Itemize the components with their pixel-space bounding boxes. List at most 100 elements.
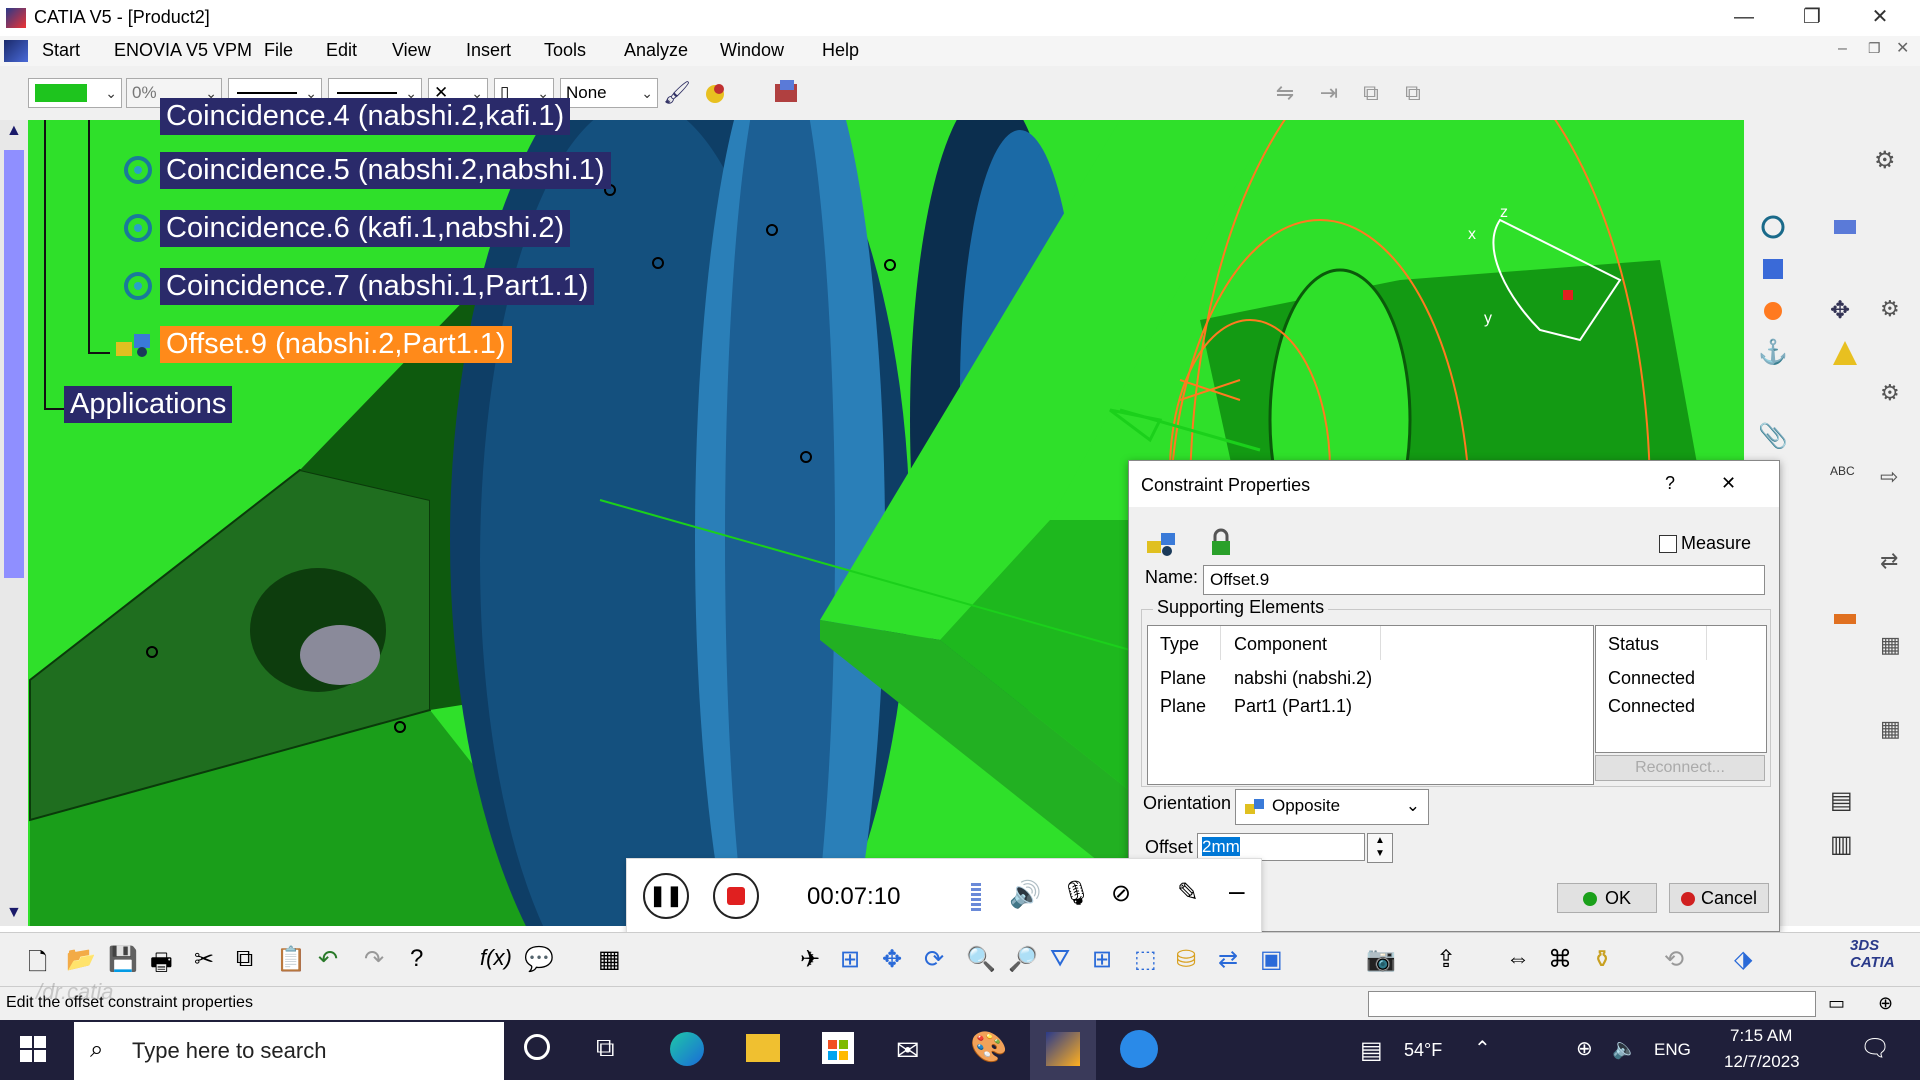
- print-icon[interactable]: 🖶: [150, 945, 173, 986]
- weather-temp[interactable]: 54°F: [1404, 1040, 1442, 1061]
- menu-view[interactable]: View: [392, 40, 431, 61]
- stop-button[interactable]: [713, 873, 759, 919]
- bom-icon[interactable]: ▤: [1830, 786, 1860, 816]
- copy-icon[interactable]: ⧉: [236, 945, 253, 973]
- tool-icon[interactable]: ⇨: [1880, 464, 1910, 494]
- pan-icon[interactable]: ✥: [882, 945, 902, 974]
- zoom-in-icon[interactable]: 🔍: [966, 945, 996, 974]
- undo-icon[interactable]: ↶: [318, 945, 338, 974]
- tool-icon[interactable]: ⚙: [1880, 296, 1910, 326]
- help-button[interactable]: ?: [1665, 473, 1675, 494]
- menu-edit[interactable]: Edit: [326, 40, 357, 61]
- volume-icon[interactable]: 🔈: [1612, 1036, 1637, 1061]
- menu-tools[interactable]: Tools: [544, 40, 586, 61]
- text-annotation-icon[interactable]: ABC: [1830, 464, 1860, 494]
- cortana-icon[interactable]: [524, 1034, 550, 1060]
- whats-this-icon[interactable]: ?: [410, 945, 423, 973]
- snap-icon[interactable]: [1830, 338, 1860, 368]
- menu-enovia[interactable]: ENOVIA V5 VPM: [114, 40, 252, 61]
- offset-stepper[interactable]: ▲ ▼: [1367, 833, 1393, 863]
- minimize-recorder-icon[interactable]: –: [1229, 875, 1245, 907]
- attach-icon[interactable]: 📎: [1758, 422, 1788, 452]
- ok-button[interactable]: OK: [1557, 883, 1657, 913]
- close-button[interactable]: ✕: [1852, 0, 1908, 36]
- catalog-icon[interactable]: ▥: [1830, 830, 1860, 860]
- network-icon[interactable]: ⊕: [1576, 1036, 1593, 1061]
- swap-visible-space-icon[interactable]: ▣: [1260, 945, 1283, 974]
- chevron-up-icon[interactable]: ⌃: [1474, 1036, 1491, 1061]
- table-row[interactable]: Plane Part1 (Part1.1): [1148, 692, 1593, 720]
- assembly-tool-icon[interactable]: [1830, 212, 1860, 242]
- table-icon[interactable]: ▦: [598, 945, 621, 974]
- name-field[interactable]: Offset.9: [1203, 565, 1765, 595]
- measure-icon[interactable]: [1830, 604, 1860, 634]
- tree-item-coincidence-7[interactable]: Coincidence.7 (nabshi.1,Part1.1): [160, 268, 595, 305]
- rotate-icon[interactable]: ⟳: [924, 945, 944, 974]
- tool-icon[interactable]: ⬗: [1734, 945, 1752, 974]
- task-view-icon[interactable]: ⧉: [596, 1032, 615, 1064]
- open-icon[interactable]: 📂: [66, 945, 96, 974]
- zoom-app-icon[interactable]: [1120, 1030, 1158, 1068]
- tool-icon[interactable]: ▦: [1880, 716, 1910, 746]
- restore-button[interactable]: ❐: [1784, 0, 1840, 36]
- tool-icon[interactable]: ⇔: [1506, 945, 1530, 973]
- orientation-select[interactable]: Opposite ⌄: [1235, 789, 1429, 825]
- scroll-down-icon[interactable]: ▼: [6, 904, 22, 922]
- doc-close-button[interactable]: ✕: [1896, 38, 1909, 58]
- fly-mode-icon[interactable]: ✈: [800, 945, 820, 974]
- dialog-close-button[interactable]: ✕: [1721, 473, 1736, 494]
- command-input[interactable]: [1368, 991, 1816, 1017]
- tool-icon[interactable]: ⊕: [1878, 993, 1893, 1014]
- capture-icon[interactable]: 📷: [1366, 945, 1396, 974]
- clock-date[interactable]: 12/7/2023: [1724, 1052, 1800, 1072]
- shading-icon[interactable]: ⛁: [1176, 945, 1196, 974]
- catia-menu-icon[interactable]: [4, 40, 28, 62]
- save-icon[interactable]: 💾: [108, 945, 138, 974]
- menu-start[interactable]: Start: [42, 40, 80, 61]
- tool-icon[interactable]: ⇄: [1880, 548, 1910, 578]
- stepper-down-icon[interactable]: ▼: [1368, 847, 1392, 860]
- tool-icon[interactable]: ▦: [1880, 632, 1910, 662]
- format-painter-icon[interactable]: 🖌: [662, 78, 692, 108]
- cut-icon[interactable]: ✂: [194, 945, 214, 974]
- anchor-icon[interactable]: ⚓: [1758, 338, 1788, 368]
- file-explorer-icon[interactable]: [746, 1034, 780, 1062]
- speaker-icon[interactable]: 🔊: [1009, 879, 1041, 910]
- store-icon[interactable]: [822, 1032, 854, 1064]
- update-icon[interactable]: [1758, 296, 1788, 326]
- weather-icon[interactable]: ▤: [1360, 1036, 1383, 1065]
- normal-view-icon[interactable]: ⛛: [1050, 945, 1070, 973]
- manipulate-icon[interactable]: ✥: [1830, 296, 1860, 326]
- fit-all-icon[interactable]: ⊞: [840, 945, 860, 974]
- formula-icon[interactable]: f(x): [480, 945, 512, 971]
- windows-start-icon[interactable]: [20, 1036, 46, 1062]
- constraint-tool-icon[interactable]: [1758, 212, 1788, 242]
- tool-icon[interactable]: ⚙: [1880, 380, 1910, 410]
- tree-item-applications[interactable]: Applications: [64, 386, 233, 423]
- microphone-icon[interactable]: 🎙: [1061, 879, 1091, 908]
- stepper-up-icon[interactable]: ▲: [1368, 834, 1392, 847]
- cancel-button[interactable]: Cancel: [1669, 883, 1769, 913]
- tree-item-coincidence-6[interactable]: Coincidence.6 (kafi.1,nabshi.2): [160, 210, 571, 247]
- apply-material-icon[interactable]: [772, 78, 802, 108]
- minimize-button[interactable]: —: [1716, 0, 1772, 36]
- reconnect-button[interactable]: Reconnect...: [1595, 755, 1765, 781]
- col-header-component[interactable]: Component: [1234, 634, 1327, 655]
- tree-item-coincidence-5[interactable]: Coincidence.5 (nabshi.2,nabshi.1): [160, 152, 611, 189]
- notification-icon[interactable]: 🗨: [1860, 1034, 1890, 1063]
- toggle-icon[interactable]: ▭: [1828, 993, 1845, 1014]
- tool-icon[interactable]: ⟲: [1664, 945, 1684, 974]
- menu-insert[interactable]: Insert: [466, 40, 511, 61]
- menu-help[interactable]: Help: [822, 40, 859, 61]
- hide-show-icon[interactable]: ⇄: [1218, 945, 1238, 974]
- multi-view-icon[interactable]: ⊞: [1092, 945, 1112, 974]
- doc-restore-button[interactable]: ❐: [1868, 40, 1881, 57]
- webcam-off-icon[interactable]: ⊘: [1111, 879, 1131, 908]
- tool-icon[interactable]: ⚱: [1592, 945, 1612, 974]
- paste-icon[interactable]: 📋: [276, 945, 306, 974]
- tool-icon[interactable]: ⌘: [1548, 945, 1572, 974]
- layer-select[interactable]: None ⌄: [560, 78, 658, 108]
- taskbar-search-box[interactable]: ⌕ Type here to search: [74, 1022, 504, 1080]
- tool-icon[interactable]: ⇪: [1436, 945, 1456, 974]
- table-row[interactable]: Plane nabshi (nabshi.2): [1148, 664, 1593, 692]
